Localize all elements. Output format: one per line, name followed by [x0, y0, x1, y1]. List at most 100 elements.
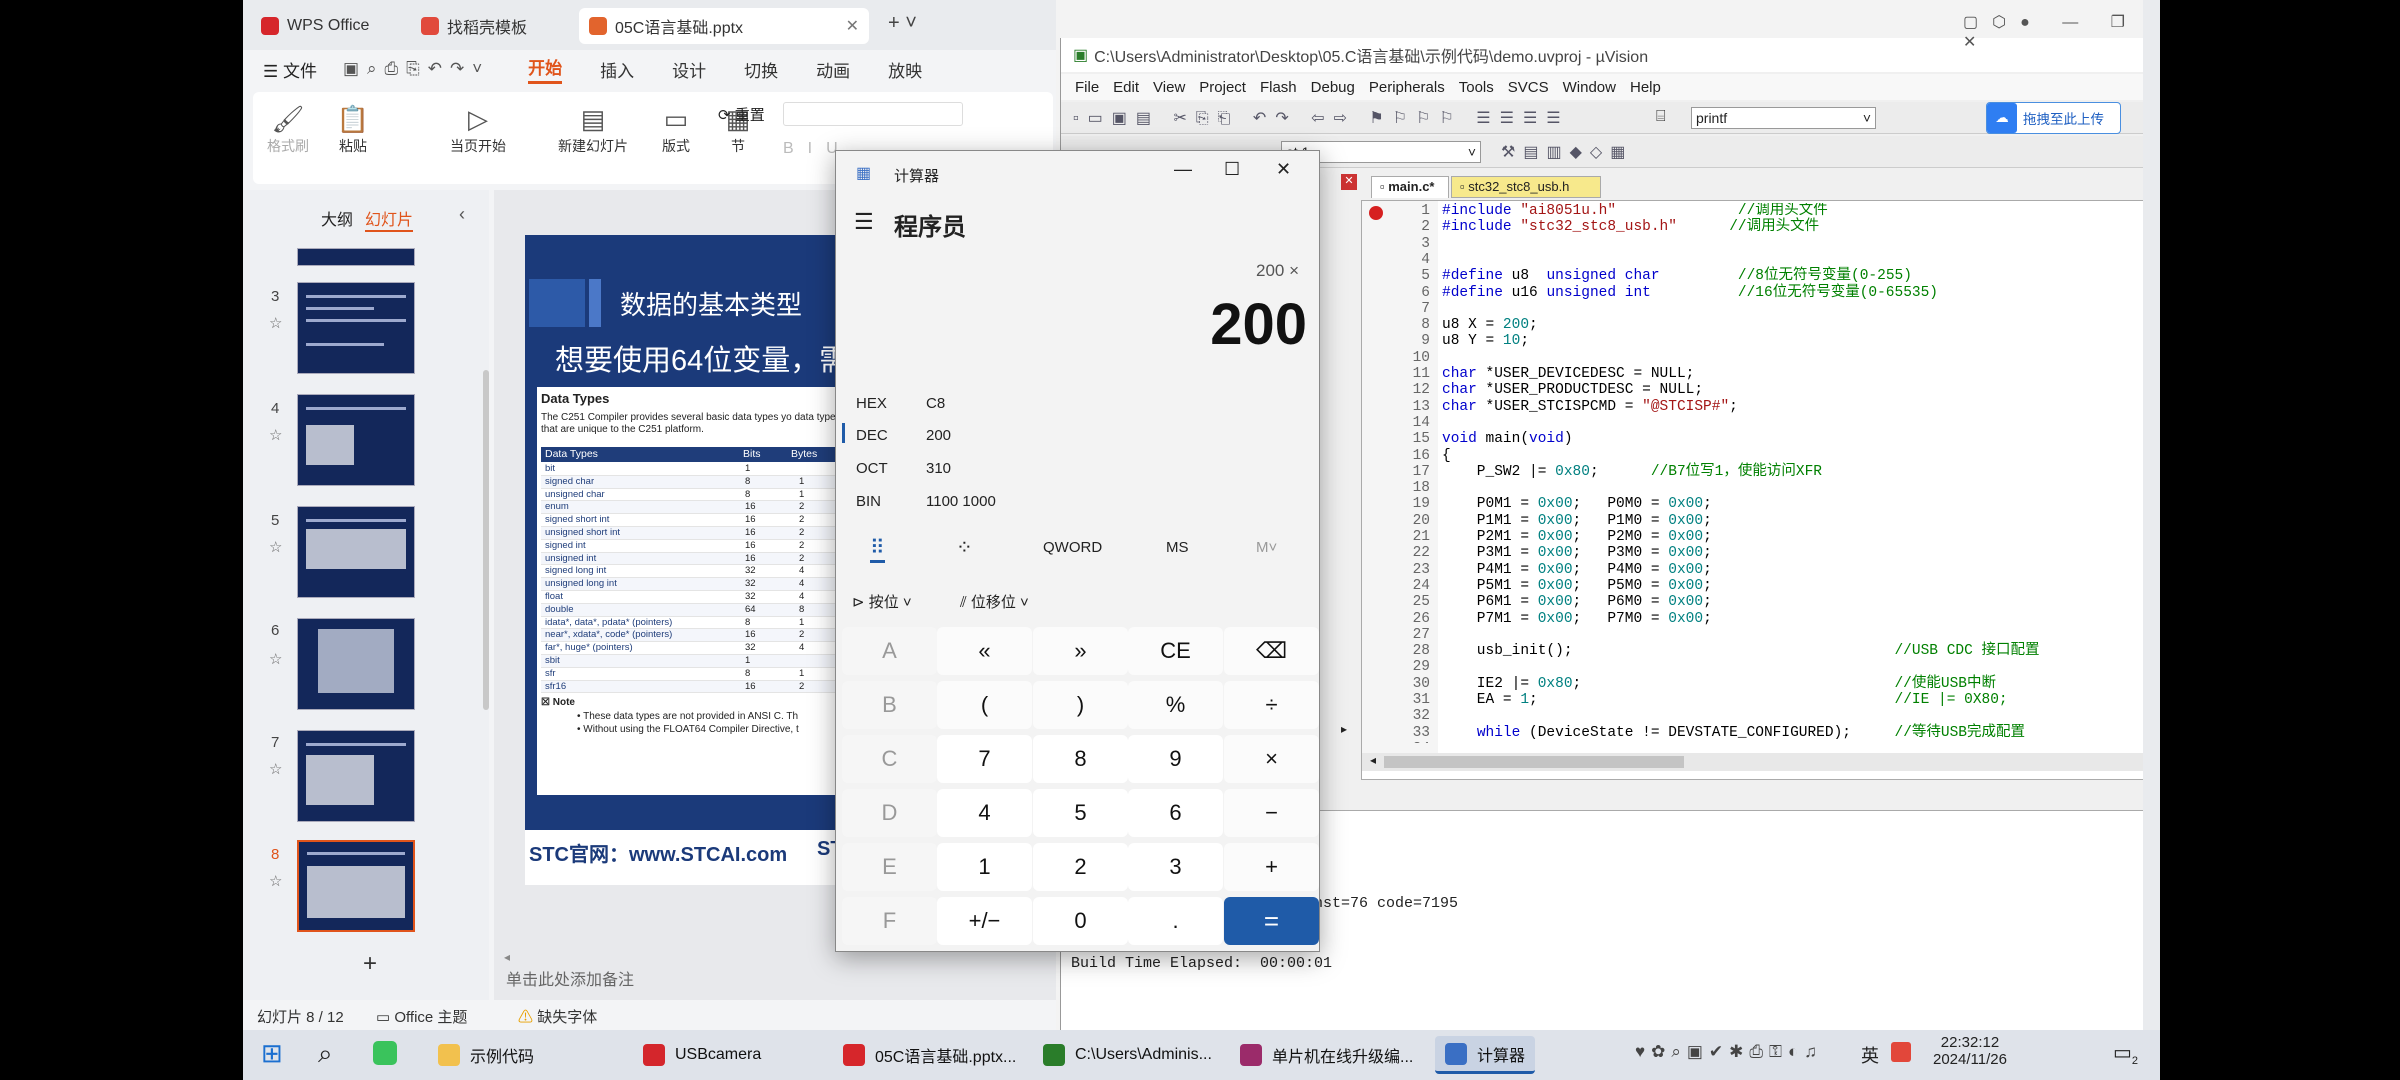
menu-home[interactable]: 开始	[528, 54, 563, 84]
reset-button[interactable]: ⟳ 重置	[718, 104, 765, 125]
quick-access-icons[interactable]: ▣⌕⎙⎘↶↷˅	[343, 59, 490, 79]
new-tab-icon[interactable]: + ˅	[888, 12, 917, 35]
key-23[interactable]: 3	[1128, 843, 1223, 891]
star-icon[interactable]: ☆	[269, 538, 282, 556]
key-11[interactable]: 7	[937, 735, 1032, 783]
menu-window[interactable]: Window	[1563, 79, 1616, 96]
menu-edit[interactable]: Edit	[1113, 79, 1139, 96]
close-icon[interactable]: ✕	[1341, 174, 1357, 190]
close-icon[interactable]: ✕	[846, 16, 859, 36]
toolbar-icons[interactable]: ▫▭▣▤ ✂⎘⎗ ↶↷ ⇦⇨ ⚑⚐⚐⚐ ☰☰☰☰	[1073, 108, 1570, 128]
key-24[interactable]: +	[1224, 843, 1319, 891]
add-slide-icon[interactable]: +	[363, 950, 377, 978]
tab-pptx[interactable]: 05C语言基础.pptx ✕	[579, 8, 869, 44]
key-10[interactable]: C	[842, 735, 937, 783]
memory-store-button[interactable]: MS	[1166, 539, 1189, 556]
key-16[interactable]: 4	[937, 789, 1032, 837]
tab-main-c[interactable]: ▫ main.c*	[1371, 176, 1449, 198]
slide-thumbnail-8[interactable]	[297, 840, 415, 932]
star-icon[interactable]: ☆	[269, 760, 282, 778]
slide-thumbnail-4[interactable]	[297, 394, 415, 486]
key-12[interactable]: 8	[1033, 735, 1128, 783]
code-editor[interactable]: 1 #include "ai8051u.h" //调用头文件 2 #include "…	[1361, 200, 2160, 780]
menu-debug[interactable]: Debug	[1311, 79, 1355, 96]
menu-view[interactable]: View	[1153, 79, 1185, 96]
tab-outline[interactable]: 大纲	[321, 206, 353, 230]
editor-scrollbar[interactable]: ◂	[1362, 753, 2160, 771]
ime-indicator[interactable]: 英	[1861, 1042, 1879, 1068]
window-controls[interactable]: ▢⬡● — ❐ ✕	[1963, 12, 2160, 52]
key-0[interactable]: A	[842, 627, 937, 675]
tab-slides[interactable]: 幻灯片	[365, 206, 414, 232]
taskbar-item-stc-isp[interactable]: 单片机在线升级编...	[1240, 1036, 1413, 1074]
layout-button[interactable]: ▭ 版式	[651, 102, 701, 156]
tab-wps-office[interactable]: WPS Office	[251, 8, 401, 44]
slide-thumbnail-5[interactable]	[297, 506, 415, 598]
menu-help[interactable]: Help	[1630, 79, 1661, 96]
menu-project[interactable]: Project	[1199, 79, 1246, 96]
tab-templates[interactable]: 找稻壳模板	[411, 8, 571, 44]
memory-view-button[interactable]: M˅	[1256, 539, 1277, 556]
missing-font-status[interactable]: ⚠ 缺失字体	[518, 1006, 597, 1027]
key-28[interactable]: .	[1128, 897, 1223, 945]
notification-icon[interactable]: ▭2	[2113, 1040, 2138, 1067]
key-21[interactable]: 1	[937, 843, 1032, 891]
taskbar-item-uvision[interactable]: C:\Users\Adminis...	[1043, 1036, 1212, 1074]
slide-thumbnail-7[interactable]	[297, 730, 415, 822]
key-15[interactable]: D	[842, 789, 937, 837]
key-2[interactable]: »	[1033, 627, 1128, 675]
paste-button[interactable]: 📋 粘贴	[323, 102, 383, 156]
menu-flash[interactable]: Flash	[1260, 79, 1297, 96]
bitwise-dropdown[interactable]: ⊳ 按位 ˅	[852, 591, 912, 612]
radix-bin[interactable]: BIN 1100 1000	[856, 493, 996, 510]
key-5[interactable]: B	[842, 681, 937, 729]
slide-thumbnail[interactable]	[297, 248, 415, 266]
key-29[interactable]: =	[1224, 897, 1319, 945]
bitshift-dropdown[interactable]: ⫽ 位移位 ˅	[960, 591, 1029, 612]
sogou-ime-icon[interactable]	[1891, 1042, 1911, 1062]
key-25[interactable]: F	[842, 897, 937, 945]
format-painter-button[interactable]: 🖌 格式刷	[263, 102, 313, 156]
key-8[interactable]: %	[1128, 681, 1223, 729]
menu-tools[interactable]: Tools	[1459, 79, 1494, 96]
collapse-panel-icon[interactable]: ‹	[459, 204, 465, 225]
taskbar-item-folder[interactable]: 示例代码	[438, 1036, 534, 1074]
key-22[interactable]: 2	[1033, 843, 1128, 891]
slide-thumbnail-6[interactable]	[297, 618, 415, 710]
maximize-icon[interactable]: ☐	[1224, 159, 1240, 180]
key-13[interactable]: 9	[1128, 735, 1223, 783]
build-toolbar-icons[interactable]: ⚒▤▥◆◇▦	[1501, 142, 1633, 162]
taskbar-item-usbcamera[interactable]: USBcamera	[643, 1036, 761, 1074]
upload-badge[interactable]: ☁ 拖拽至此上传	[1986, 102, 2121, 134]
key-4[interactable]: ⌫	[1224, 627, 1319, 675]
key-26[interactable]: +/−	[937, 897, 1032, 945]
tab-header-file[interactable]: ▫ stc32_stc8_usb.h	[1451, 176, 1601, 198]
bit-toggle-icon[interactable]: ⁘	[956, 535, 973, 560]
menu-slideshow[interactable]: 放映	[888, 57, 922, 82]
clock[interactable]: 22:32:12 2024/11/26	[1933, 1034, 2007, 1068]
star-icon[interactable]: ☆	[269, 650, 282, 668]
new-slide-button[interactable]: ▤ 新建幻灯片	[543, 102, 643, 156]
hamburger-menu-icon[interactable]: ☰	[854, 209, 874, 235]
key-7[interactable]: )	[1033, 681, 1128, 729]
menu-transition[interactable]: 切换	[744, 57, 778, 82]
key-20[interactable]: E	[842, 843, 937, 891]
taskbar-item-wps[interactable]: 05C语言基础.pptx...	[843, 1036, 1016, 1074]
find-icon[interactable]: ⌸	[1656, 108, 1666, 126]
key-6[interactable]: (	[937, 681, 1032, 729]
key-18[interactable]: 6	[1128, 789, 1223, 837]
key-27[interactable]: 0	[1033, 897, 1128, 945]
scroll-thumb[interactable]	[1384, 756, 1684, 768]
radix-dec[interactable]: DEC 200	[856, 427, 951, 444]
word-size-button[interactable]: QWORD	[1043, 539, 1102, 556]
radix-hex[interactable]: HEX C8	[856, 395, 945, 412]
tray-icons[interactable]: ♥✿⌕▣✔✱⎙⚿◐♫	[1635, 1042, 1823, 1062]
menu-insert[interactable]: 插入	[600, 57, 634, 82]
code-area[interactable]: 1 #include "ai8051u.h" //调用头文件 2 #include "…	[1362, 203, 2160, 743]
notes-placeholder[interactable]: 单击此处添加备注	[506, 966, 634, 990]
menu-animation[interactable]: 动画	[816, 57, 850, 82]
key-3[interactable]: CE	[1128, 627, 1223, 675]
menu-file[interactable]: File	[1075, 79, 1099, 96]
taskbar-item-calculator[interactable]: 计算器	[1435, 1036, 1536, 1074]
theme-status[interactable]: ▭ Office 主题	[376, 1006, 467, 1027]
